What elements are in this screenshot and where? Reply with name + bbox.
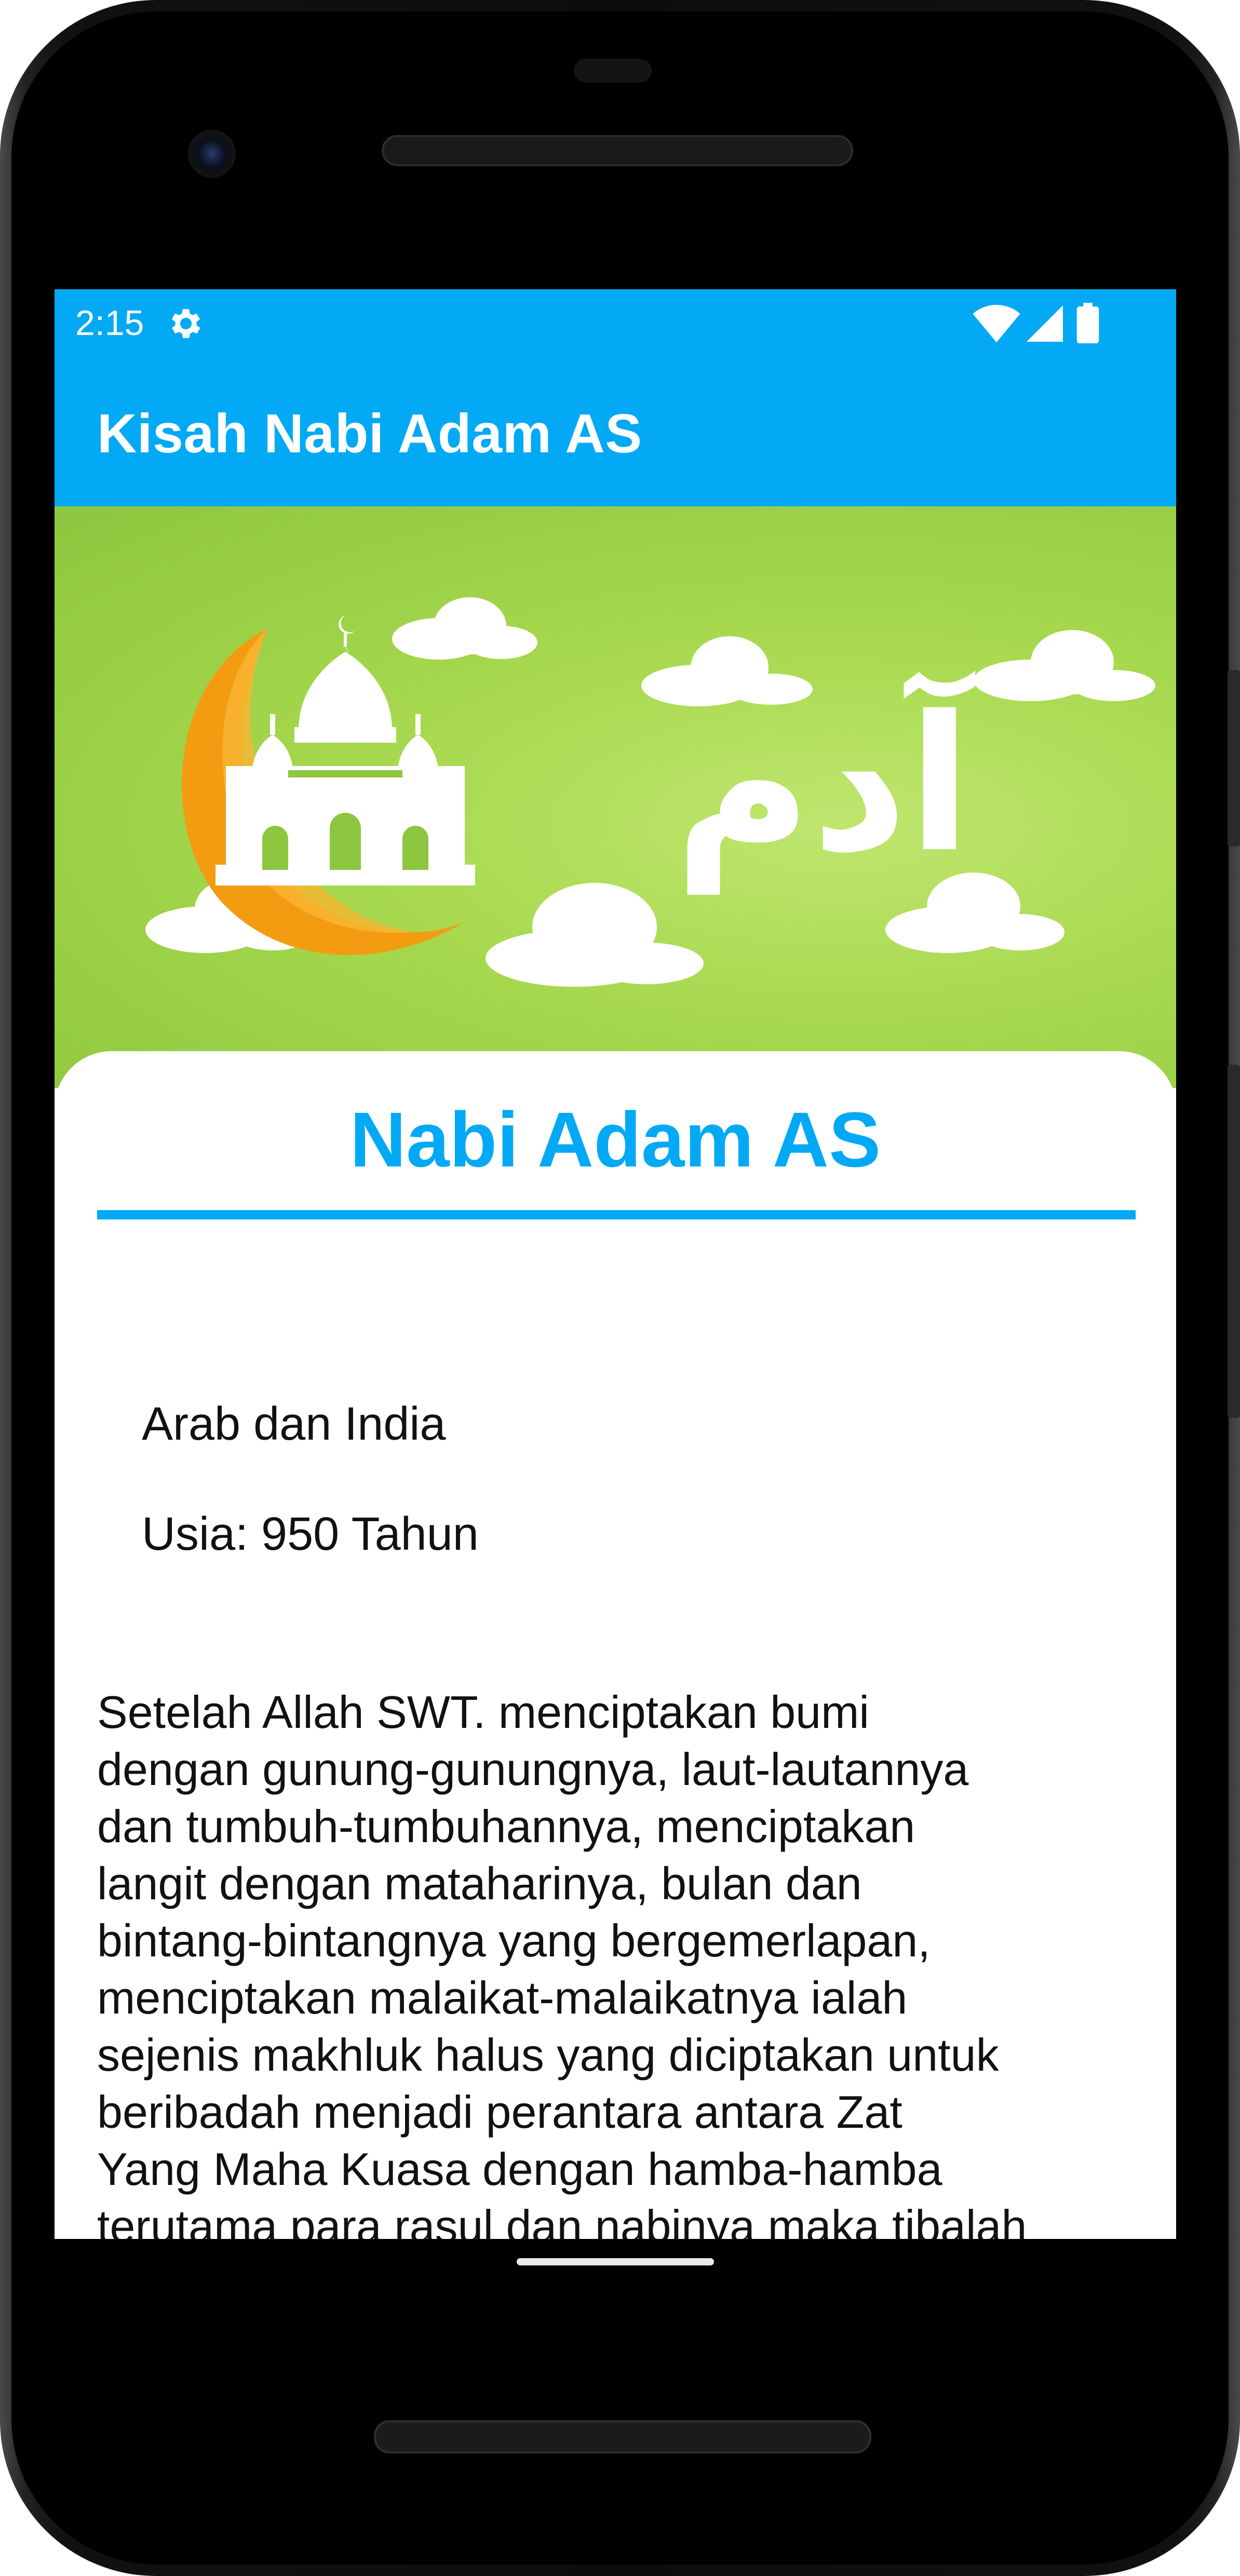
volume-button (1228, 1065, 1240, 1418)
cloud-icon (486, 883, 704, 987)
app-screen: 2:15 Kisah Nabi Adam AS آدم Nabi Adam AS… (55, 289, 1176, 2239)
banner-arabic-text: آدم (675, 668, 978, 896)
wifi-icon (973, 305, 1020, 343)
signal-icon (1027, 305, 1063, 342)
battery-icon (1076, 303, 1099, 343)
story-line: Yang Maha Kuasa dengan hamba-hamba (97, 2143, 942, 2195)
story-line: menciptakan malaikat-malaikatnya ialah (97, 1972, 908, 2023)
story-line: dan tumbuh-tumbuhannya, menciptakan (97, 1801, 915, 1852)
story-line: sejenis makhluk halus yang diciptakan un… (97, 2029, 999, 2081)
story-line: langit dengan mataharinya, bulan dan (97, 1858, 862, 1909)
gear-icon (171, 309, 200, 338)
cloud-icon (392, 597, 537, 660)
story-line: Setelah Allah SWT. menciptakan bumi (97, 1686, 869, 1738)
origin-text: Arab dan India (142, 1398, 446, 1450)
power-button (1228, 670, 1240, 847)
banner-illustration: آدم (145, 597, 1155, 987)
earpiece-slot (574, 59, 652, 83)
phone-frame: 2:15 Kisah Nabi Adam AS آدم Nabi Adam AS… (0, 0, 1240, 2576)
front-camera (188, 130, 236, 178)
home-indicator[interactable] (517, 2258, 714, 2265)
story-line: terutama para rasul dan nabinya maka tib… (97, 2201, 1027, 2239)
story-line: bintang-bintangnya yang bergemerlapan, (97, 1915, 931, 1966)
story-line: dengan gunung-gunungnya, laut-lautannya (97, 1743, 969, 1795)
title-divider (97, 1210, 1136, 1219)
app-title: Kisah Nabi Adam AS (97, 403, 642, 464)
banner-image: آدم (55, 506, 1176, 1088)
bottom-speaker (374, 2420, 871, 2453)
age-text: Usia: 950 Tahun (142, 1508, 479, 1560)
cloud-icon (974, 630, 1155, 701)
content-card: Nabi Adam AS Arab dan India Usia: 950 Ta… (55, 1051, 1176, 2239)
top-speaker (382, 135, 853, 166)
status-bar: 2:15 (55, 289, 1176, 357)
story-text: Setelah Allah SWT. menciptakan bumi deng… (97, 1684, 1136, 2239)
app-bar: Kisah Nabi Adam AS (55, 357, 1176, 506)
prophet-title: Nabi Adam AS (349, 1096, 881, 1183)
story-line: beribadah menjadi perantara antara Zat (97, 2086, 902, 2138)
status-time: 2:15 (75, 303, 144, 343)
